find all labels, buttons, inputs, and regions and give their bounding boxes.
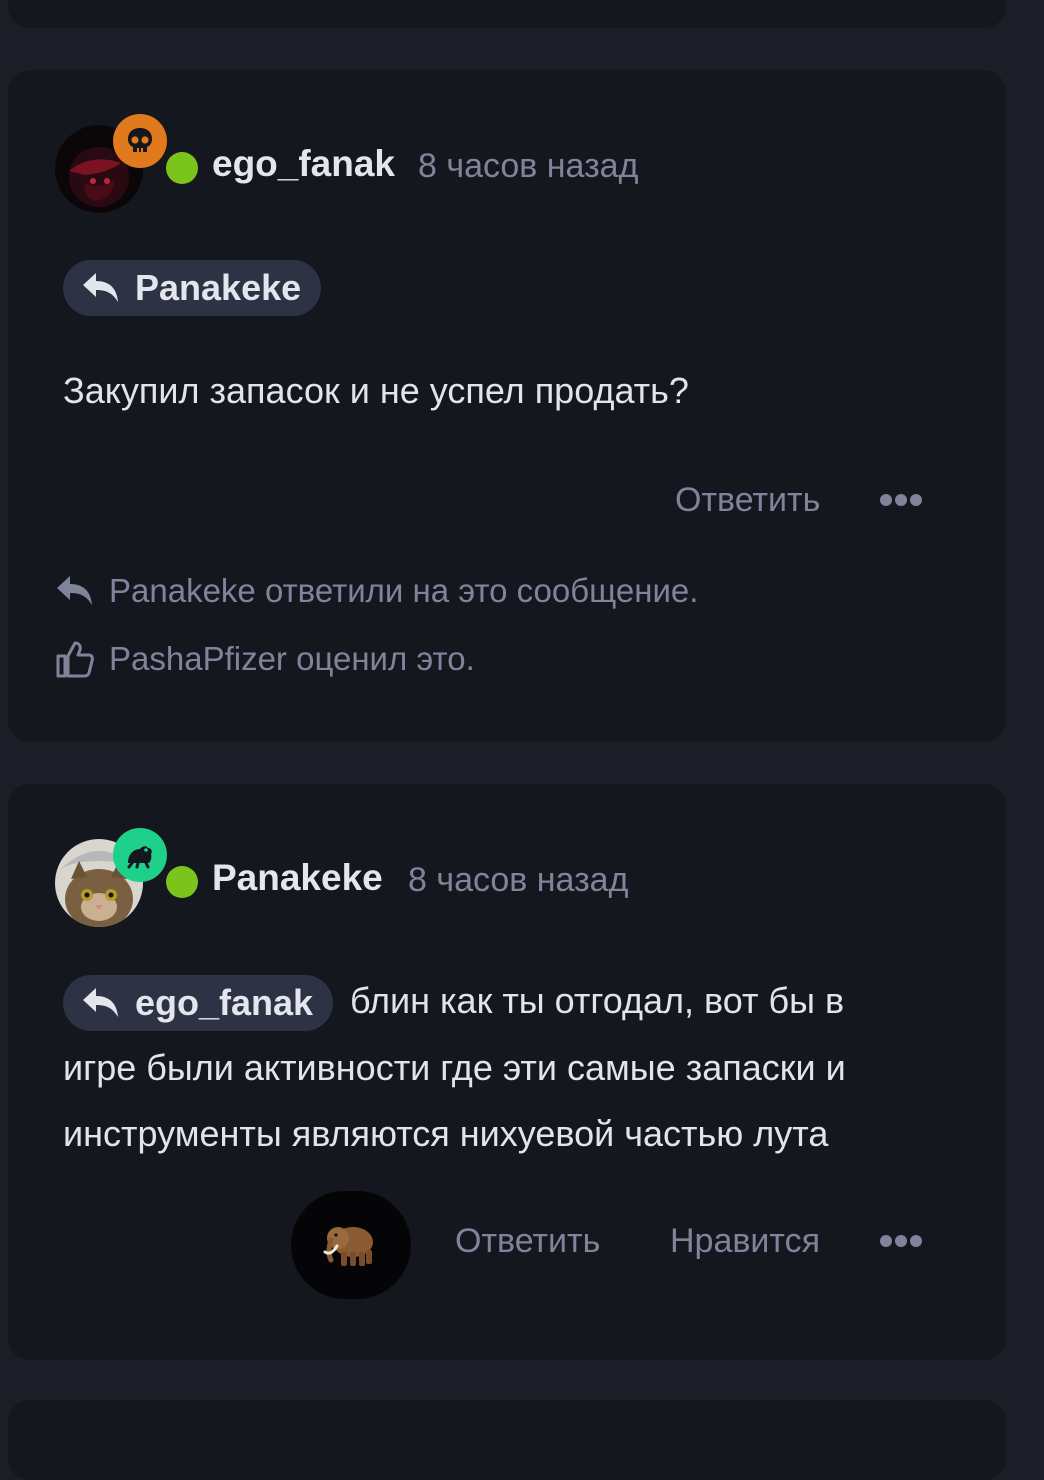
- comment-username[interactable]: ego_fanak: [212, 143, 395, 185]
- reply-activity-notice[interactable]: Panakeke ответили на это сообщение.: [55, 572, 698, 610]
- comment-timestamp[interactable]: 8 часов назад: [408, 861, 628, 900]
- online-status-indicator: [166, 152, 198, 184]
- like-button[interactable]: Нравится: [670, 1222, 820, 1261]
- reply-mention-pill[interactable]: Panakeke: [63, 260, 322, 316]
- more-options-icon[interactable]: [880, 494, 922, 506]
- skull-icon: [113, 114, 167, 168]
- reply-arrow-icon: [57, 576, 92, 605]
- previous-comment-card: [8, 0, 1006, 28]
- thumbs-up-icon: [56, 641, 94, 678]
- reply-button[interactable]: Ответить: [455, 1222, 600, 1261]
- reply-arrow-icon: [83, 988, 118, 1017]
- comment-text-line: инструменты являются нихуевой частью лут…: [63, 1113, 829, 1154]
- reply-mention-pill[interactable]: ego_fanak: [63, 975, 334, 1031]
- activity-text: Panakeke ответили на это сообщение.: [109, 572, 699, 609]
- comment-timestamp[interactable]: 8 часов назад: [418, 147, 638, 186]
- frog-icon: [113, 828, 167, 882]
- mention-username: ego_fanak: [135, 982, 314, 1023]
- comment-text-line: блин как ты отгодал, вот бы в: [350, 980, 845, 1021]
- next-comment-card: [8, 1400, 1006, 1480]
- reply-arrow-icon: [83, 273, 118, 302]
- more-options-icon[interactable]: [880, 1235, 922, 1247]
- online-status-indicator: [166, 866, 198, 898]
- mammoth-icon: [323, 1227, 373, 1266]
- reply-button[interactable]: Ответить: [675, 481, 820, 520]
- mention-username: Panakeke: [135, 267, 302, 308]
- comment-text: Закупил запасок и не успел продать?: [63, 370, 689, 411]
- comment-username[interactable]: Panakeke: [212, 857, 383, 899]
- comment-text-line: игре были активности где эти самые запас…: [63, 1047, 846, 1088]
- reaction-button[interactable]: [291, 1191, 411, 1299]
- activity-text: PashaPfizer оценил это.: [109, 640, 475, 677]
- like-activity-notice[interactable]: PashaPfizer оценил это.: [55, 639, 475, 679]
